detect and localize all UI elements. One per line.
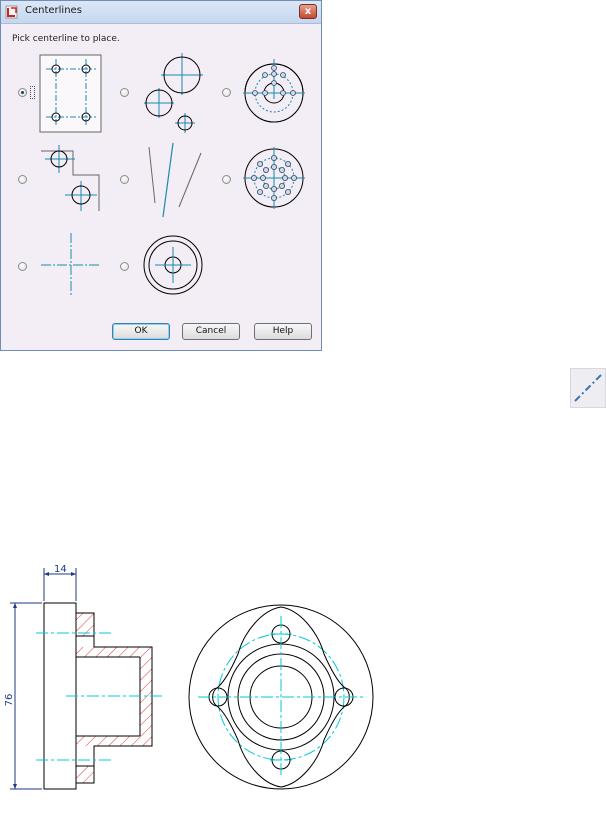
focus-indicator	[30, 86, 35, 99]
title-bar[interactable]: Centerlines x	[1, 1, 321, 24]
concentric-circles-icon[interactable]	[141, 233, 205, 297]
ok-button[interactable]: OK	[112, 323, 170, 340]
hatch-region-hub-top	[76, 647, 152, 657]
option-radio-3[interactable]	[222, 88, 231, 97]
option-radio-6[interactable]	[222, 175, 231, 184]
rectangular-bolt-pattern-icon[interactable]	[39, 54, 103, 134]
dialog-title: Centerlines	[25, 5, 82, 16]
offset-circles-icon[interactable]	[39, 141, 103, 217]
height-dimension-value: 76	[4, 694, 15, 707]
instruction-text: Pick centerline to place.	[12, 34, 120, 44]
option-radio-2[interactable]	[120, 88, 129, 97]
hatch-region-hub-bottom	[76, 736, 152, 746]
close-button[interactable]: x	[299, 4, 317, 19]
concentric-polar-pattern-icon[interactable]	[241, 141, 307, 215]
multiple-circles-centerline-icon[interactable]	[141, 51, 205, 135]
option-radio-5[interactable]	[120, 175, 129, 184]
help-button[interactable]: Help	[254, 323, 312, 340]
hatch-region-bottom	[76, 766, 94, 783]
option-radio-1[interactable]	[18, 88, 27, 97]
simple-cross-centerline-icon[interactable]	[39, 231, 103, 299]
centerlines-dialog: Centerlines x Pick centerline to place.	[0, 0, 322, 351]
width-dimension-value: 14	[54, 564, 67, 575]
bisector-lines-icon[interactable]	[141, 141, 205, 219]
option-radio-4[interactable]	[18, 175, 27, 184]
cancel-button[interactable]: Cancel	[182, 323, 240, 340]
polar-arrangement-icon[interactable]	[241, 53, 307, 125]
option-radio-8[interactable]	[120, 262, 129, 271]
centerline-tool-glyph	[574, 374, 602, 402]
front-view	[188, 604, 374, 790]
centerline-tool-icon[interactable]	[570, 368, 606, 408]
app-logo-icon	[5, 5, 18, 19]
technical-drawing: 14 76	[4, 564, 374, 790]
option-radio-7[interactable]	[18, 262, 27, 271]
close-icon: x	[304, 6, 312, 17]
section-view	[36, 602, 162, 790]
